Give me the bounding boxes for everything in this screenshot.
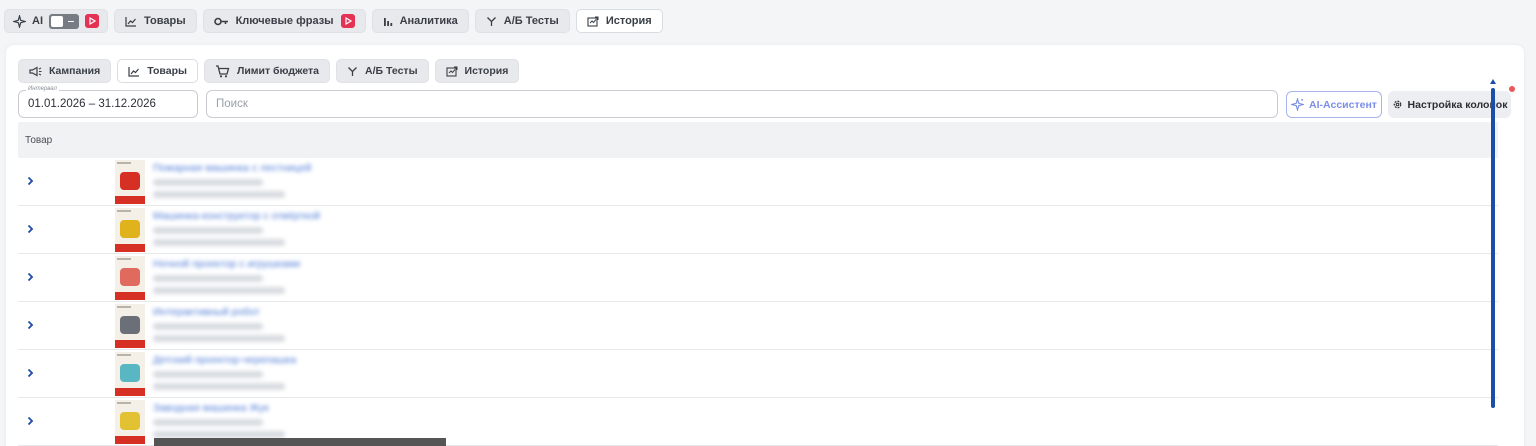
product-meta (153, 191, 285, 198)
expand-chevron-icon[interactable] (24, 270, 36, 284)
product-meta (153, 287, 285, 294)
products-table: Товар Пожарная машинка с лестницей Машинк… (18, 122, 1498, 446)
subtab-ab-tests[interactable]: А/Б Тесты (336, 59, 429, 83)
product-title[interactable]: Машинка-конструктор с отвёрткой (153, 210, 320, 222)
line-chart-icon (128, 66, 140, 77)
expand-chevron-icon[interactable] (24, 318, 36, 332)
top-tab-bar: AI Товары Ключевые фразы Аналитика А/Б Т… (0, 0, 1536, 42)
subtab-campaign[interactable]: Кампания (18, 59, 112, 83)
table-row[interactable]: Ночной проектор с игрушками (18, 254, 1498, 302)
tab-label: История (605, 15, 652, 27)
product-meta (153, 383, 285, 390)
subtab-label: История (464, 65, 509, 77)
sub-tab-bar: Кампания Товары Лимит бюджета А/Б Тесты … (18, 59, 520, 83)
subtab-label: А/Б Тесты (365, 65, 418, 77)
split-icon (347, 66, 358, 77)
expand-chevron-icon[interactable] (24, 222, 36, 236)
product-image (120, 316, 140, 334)
column-header-product: Товар (25, 134, 53, 146)
history-icon (445, 66, 458, 77)
date-interval-value: 01.01.2026 – 31.12.2026 (28, 98, 156, 110)
line-chart-icon (125, 16, 137, 27)
video-badge-icon[interactable] (340, 14, 355, 28)
table-body: Пожарная машинка с лестницей Машинка-конс… (18, 158, 1498, 446)
ai-label: AI (32, 15, 43, 27)
filter-bar: Интервал 01.01.2026 – 31.12.2026 AI-Асси… (18, 86, 1515, 118)
cart-icon (215, 64, 230, 78)
scroll-up-icon[interactable] (1490, 79, 1496, 84)
product-meta (153, 371, 263, 378)
product-meta (153, 431, 285, 438)
notification-dot (1509, 86, 1515, 92)
subtab-label: Товары (147, 65, 187, 77)
tab-label: Аналитика (399, 15, 458, 27)
table-row[interactable]: Детский проектор-черепашка (18, 350, 1498, 398)
search-input[interactable] (206, 90, 1278, 118)
product-meta (153, 419, 263, 426)
table-row[interactable]: Интерактивный робот (18, 302, 1498, 350)
table-header: Товар (18, 122, 1498, 158)
tab-label: А/Б Тесты (503, 15, 559, 27)
megaphone-icon (29, 65, 42, 77)
subtab-history[interactable]: История (434, 59, 520, 83)
subtab-products[interactable]: Товары (117, 59, 198, 83)
tab-products[interactable]: Товары (114, 9, 197, 33)
video-badge-icon[interactable] (85, 14, 99, 28)
product-meta (153, 323, 263, 330)
subtab-budget-limit[interactable]: Лимит бюджета (203, 59, 331, 83)
expand-chevron-icon[interactable] (24, 414, 36, 428)
tab-ab-tests[interactable]: А/Б Тесты (474, 9, 570, 33)
gear-icon (1392, 99, 1403, 110)
product-thumbnail (115, 352, 145, 396)
product-meta (153, 239, 285, 246)
subtab-label: Лимит бюджета (236, 65, 320, 77)
scrollbar-thumb[interactable] (1491, 88, 1495, 408)
product-meta (153, 227, 263, 234)
sparkle-icon (1291, 98, 1305, 111)
bar-chart-icon (383, 16, 393, 26)
product-meta (153, 275, 263, 282)
sparkle-icon (13, 14, 26, 28)
product-image (120, 412, 140, 430)
ai-toggle-tab[interactable]: AI (4, 9, 108, 33)
tab-history[interactable]: История (575, 9, 663, 33)
expand-chevron-icon[interactable] (24, 366, 36, 380)
date-interval-field[interactable]: Интервал 01.01.2026 – 31.12.2026 (18, 86, 198, 118)
product-title[interactable]: Ночной проектор с игрушками (153, 258, 300, 270)
table-row[interactable]: Машинка-конструктор с отвёрткой (18, 206, 1498, 254)
horizontal-scrollbar[interactable] (154, 438, 446, 446)
split-icon (486, 16, 497, 27)
table-row[interactable]: Пожарная машинка с лестницей (18, 158, 1498, 206)
tab-label: Товары (144, 15, 186, 27)
subtab-label: Кампания (49, 65, 101, 77)
product-thumbnail (115, 256, 145, 300)
product-title[interactable]: Детский проектор-черепашка (153, 354, 296, 366)
product-meta (153, 179, 263, 186)
product-thumbnail (115, 400, 145, 444)
product-image (120, 172, 140, 190)
product-title[interactable]: Интерактивный робот (153, 306, 260, 318)
product-thumbnail (115, 304, 145, 348)
history-icon (587, 16, 599, 27)
tab-keywords[interactable]: Ключевые фразы (202, 9, 366, 33)
product-title[interactable]: Пожарная машинка с лестницей (153, 162, 311, 174)
ai-assistant-label: AI-Ассистент (1309, 98, 1377, 111)
product-meta (153, 335, 285, 342)
tab-label: Ключевые фразы (235, 15, 334, 27)
vertical-scrollbar[interactable] (1490, 79, 1496, 409)
product-thumbnail (115, 160, 145, 204)
product-image (120, 364, 140, 382)
tab-analytics[interactable]: Аналитика (371, 9, 469, 33)
key-icon (213, 17, 229, 26)
product-title[interactable]: Заводная машинка Жук (153, 402, 269, 414)
product-thumbnail (115, 208, 145, 252)
ai-assistant-button[interactable]: AI-Ассистент (1286, 91, 1382, 118)
expand-chevron-icon[interactable] (24, 174, 36, 188)
product-image (120, 268, 140, 286)
main-card: Кампания Товары Лимит бюджета А/Б Тесты … (6, 45, 1524, 446)
date-interval-label: Интервал (26, 86, 59, 92)
product-image (120, 220, 140, 238)
ai-toggle-switch[interactable] (49, 13, 79, 29)
